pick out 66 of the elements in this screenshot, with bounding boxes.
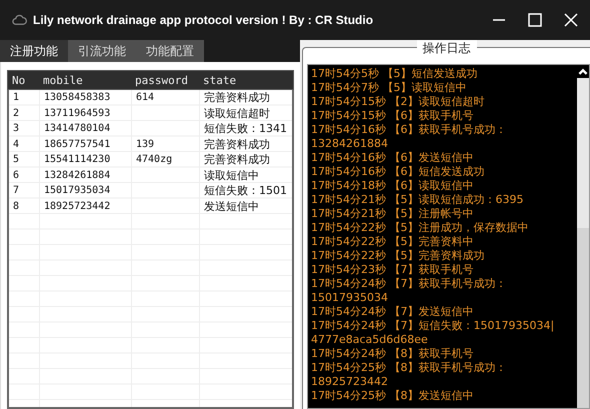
log-line: 17时54分22秒 【5】注册成功，保存数据中 bbox=[311, 221, 530, 235]
table-cell-text: 完善资料成功 bbox=[203, 136, 271, 152]
window-title: Lily network drainage app protocol version ! By : CR Studio bbox=[33, 13, 374, 27]
log-line: 17时54分15秒 【6】获取手机号 bbox=[311, 109, 474, 123]
close-icon[interactable] bbox=[564, 13, 578, 27]
tab[interactable]: 引流功能 bbox=[68, 40, 136, 62]
table-cell-text: 18925723442 bbox=[43, 200, 112, 212]
log-line: 15017935034 bbox=[311, 291, 389, 305]
log-line: 17时54分5秒 【5】短信发送成功 bbox=[311, 67, 478, 81]
table-cell-text: 18657757541 bbox=[43, 138, 112, 150]
table-cell-text: 13284261884 bbox=[43, 170, 112, 181]
log-line: 13284261884 bbox=[311, 137, 389, 151]
table-cell-text: 读取短信超时 bbox=[203, 106, 271, 121]
table-cell-text: 139 bbox=[135, 138, 156, 150]
table-cell-text: 15541114230 bbox=[43, 154, 112, 166]
table-cell-text: 3 bbox=[12, 123, 20, 134]
table-cell-text: 5 bbox=[12, 154, 20, 166]
cloud-icon bbox=[12, 12, 27, 28]
log-line: 17时54分21秒 【5】注册帐号中 bbox=[311, 207, 474, 221]
log-line: 17时54分21秒 【5】读取短信成功：6395 bbox=[311, 193, 524, 207]
table-cell-text: 短信失败：1501 bbox=[203, 183, 288, 198]
log-line: 17时54分18秒 【6】读取短信中 bbox=[311, 179, 474, 193]
column-header: state bbox=[202, 74, 238, 86]
log-line: 17时54分23秒 【7】获取手机号 bbox=[311, 263, 474, 277]
table-cell-text: 读取短信中 bbox=[203, 168, 260, 183]
table-cell-text: 13711964593 bbox=[43, 108, 112, 119]
table-cell-text: 2 bbox=[12, 108, 20, 119]
log-line: 17时54分7秒 【5】读取短信中 bbox=[311, 81, 468, 95]
table-cell-text: 6 bbox=[12, 170, 20, 181]
log-line: 18925723442 bbox=[311, 375, 389, 389]
table-cell-text: 4740zg bbox=[135, 154, 174, 166]
table-cell-text: 614 bbox=[135, 92, 156, 104]
table-cell-text: 13058458383 bbox=[43, 92, 112, 104]
scrollbar-thumb[interactable] bbox=[577, 78, 589, 228]
log-line: 17时54分24秒 【7】短信失败：15017935034| bbox=[311, 319, 556, 333]
log-line: 17时54分22秒 【5】完善资料成功 bbox=[311, 249, 486, 263]
maximize-icon[interactable] bbox=[528, 13, 542, 27]
log-line: 17时54分25秒 【8】获取手机号成功： bbox=[311, 361, 508, 375]
table-cell-text: 15017935034 bbox=[43, 185, 112, 196]
log-line: 17时54分25秒 【8】发送短信中 bbox=[311, 389, 474, 403]
table-cell-text: 短信失败：1341 bbox=[203, 121, 288, 136]
log-line: 17时54分24秒 【8】获取手机号 bbox=[311, 347, 474, 361]
log-line: 4777e8aca5d6d68ee bbox=[311, 333, 429, 347]
log-line: 17时54分15秒 【2】读取短信超时 bbox=[311, 95, 486, 109]
column-header: password bbox=[134, 74, 189, 86]
scrollbar[interactable] bbox=[577, 65, 589, 408]
table-cell-text: 4 bbox=[12, 138, 20, 150]
column-header: mobile bbox=[42, 74, 84, 86]
table-cell-text: 1 bbox=[12, 92, 20, 104]
log-line: 17时54分16秒 【6】获取手机号成功： bbox=[311, 123, 508, 137]
group-title: 操作日志 bbox=[416, 40, 476, 57]
log-line: 17时54分24秒 【7】发送短信中 bbox=[311, 305, 474, 319]
table-cell-text: 发送短信中 bbox=[203, 198, 260, 214]
table-cell-text: 8 bbox=[12, 200, 20, 212]
log-line: 17时54分24秒 【7】获取手机号成功： bbox=[311, 277, 508, 291]
log-line: 17时54分22秒 【5】完善资料中 bbox=[311, 235, 474, 249]
scroll-up-icon[interactable] bbox=[577, 65, 589, 78]
log-line: 17时54分16秒 【6】发送短信中 bbox=[311, 151, 474, 165]
tab[interactable]: 功能配置 bbox=[136, 40, 204, 62]
column-header: No bbox=[11, 74, 26, 86]
table-cell-text: 完善资料成功 bbox=[203, 152, 271, 168]
table-cell-text: 7 bbox=[12, 185, 20, 196]
table-cell-text: 13414780104 bbox=[43, 123, 112, 134]
tab[interactable]: 注册功能 bbox=[0, 40, 68, 62]
log-line: 17时54分16秒 【6】短信发送成功 bbox=[311, 165, 486, 179]
table-cell-text: 完善资料成功 bbox=[203, 90, 271, 106]
